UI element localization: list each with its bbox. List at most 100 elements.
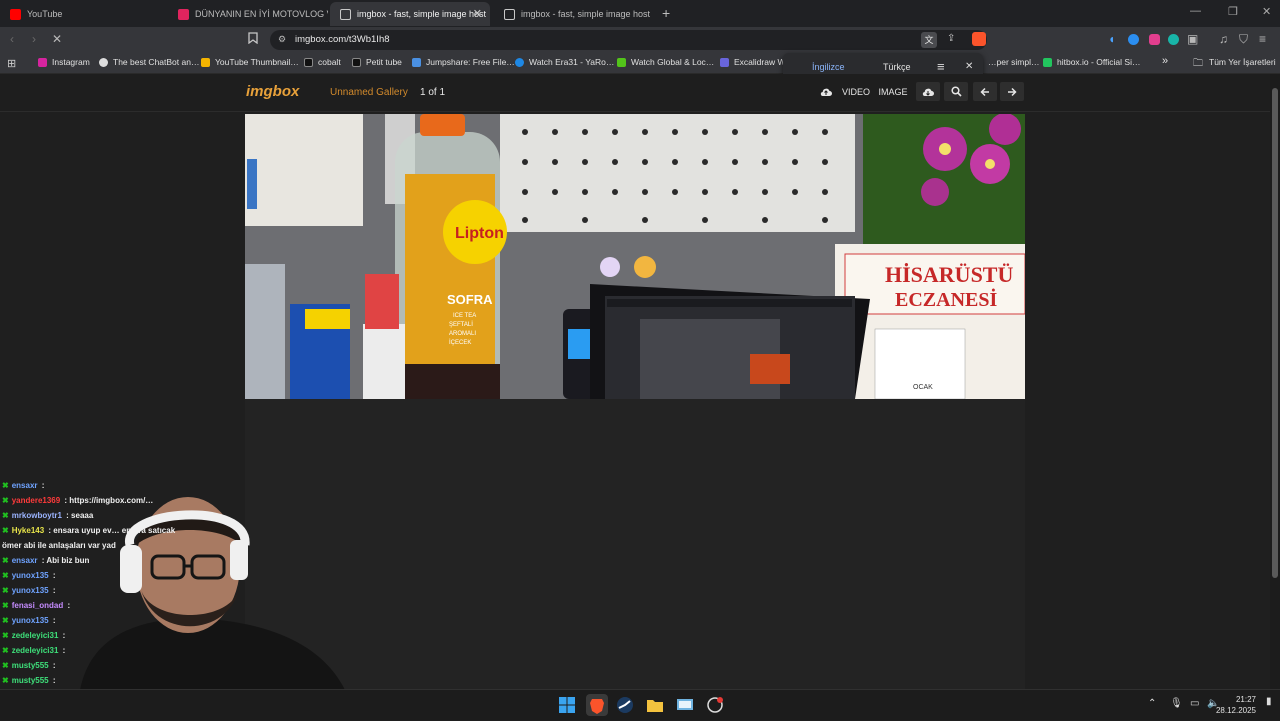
translate-source-tab[interactable]: İngilizce bbox=[812, 62, 845, 72]
chat-badge-icon: ✖ bbox=[2, 676, 9, 685]
close-icon[interactable]: ✕ bbox=[965, 61, 973, 72]
chat-badge-icon: ✖ bbox=[2, 556, 9, 565]
search-button[interactable] bbox=[944, 82, 968, 101]
chat-username: ensaxr bbox=[11, 481, 38, 490]
windows-start-icon[interactable] bbox=[558, 696, 576, 714]
bookmark-youtube-thumbnail[interactable]: YouTube Thumbnail… bbox=[201, 57, 299, 67]
extension-icon[interactable] bbox=[1128, 34, 1139, 45]
chat-username: ensaxr bbox=[11, 556, 38, 565]
stop-loading-icon[interactable]: ✕ bbox=[52, 32, 62, 46]
upload-image-button[interactable]: IMAGE bbox=[875, 82, 911, 101]
bottle-sub2: ŞEFTALİ bbox=[449, 321, 473, 328]
streamer-figure bbox=[80, 497, 345, 690]
scrollbar-thumb[interactable] bbox=[1272, 88, 1278, 578]
download-button[interactable] bbox=[916, 82, 940, 101]
brave-browser-icon[interactable] bbox=[586, 694, 608, 716]
more-bookmarks-chevron[interactable]: » bbox=[1162, 55, 1168, 67]
bookmark-cobalt[interactable]: cobalt bbox=[304, 57, 341, 67]
tab-imgbox-active[interactable]: imgbox - fast, simple image host ✕ bbox=[330, 2, 490, 26]
tab-imgbox[interactable]: imgbox - fast, simple image host bbox=[494, 2, 654, 26]
new-tab-button[interactable]: + bbox=[662, 5, 670, 21]
chat-username: musty555 bbox=[11, 661, 49, 670]
imgbox-logo[interactable]: imgbox bbox=[246, 83, 299, 100]
bookmark-chatbot[interactable]: The best ChatBot an… bbox=[99, 57, 199, 67]
extension-icon[interactable]: ◖ bbox=[1108, 32, 1115, 46]
chat-text: Abi biz bun bbox=[46, 556, 90, 565]
all-bookmarks-folder[interactable]: 🗀 Tüm Yer İşaretleri bbox=[1193, 57, 1276, 69]
chat-username: yunox135 bbox=[11, 616, 49, 625]
minimize-icon[interactable]: — bbox=[1190, 5, 1201, 17]
chat-message: ✖ yunox135 : bbox=[2, 571, 56, 580]
hitbox-icon bbox=[1043, 57, 1052, 67]
bookmark-hitbox[interactable]: hitbox.io - Official Si… bbox=[1043, 57, 1140, 67]
close-window-icon[interactable]: ✕ bbox=[1262, 5, 1271, 18]
restore-icon[interactable]: ❐ bbox=[1228, 5, 1238, 18]
gallery-name-link[interactable]: Unnamed Gallery bbox=[330, 87, 408, 98]
chat-badge-icon: ✖ bbox=[2, 586, 9, 595]
bookmark-watch-global[interactable]: Watch Global & Loc… bbox=[617, 57, 714, 67]
bottle-sub1: ICE TEA bbox=[453, 313, 476, 319]
upload-video-button[interactable]: VIDEO bbox=[838, 82, 874, 101]
petit-tube-icon bbox=[352, 57, 361, 67]
bookmark-label: Watch Era31 - YaRo… bbox=[529, 57, 615, 67]
page-scrollbar[interactable] bbox=[1270, 74, 1280, 689]
apps-grid-icon[interactable]: ⊞ bbox=[7, 57, 16, 70]
image-label: IMAGE bbox=[878, 86, 908, 97]
translate-target-tab[interactable]: Türkçe bbox=[883, 62, 911, 72]
file-explorer-icon[interactable] bbox=[646, 696, 664, 714]
bookmark-icon[interactable] bbox=[248, 32, 258, 47]
app-icon[interactable] bbox=[706, 696, 724, 714]
sidebar-icon[interactable]: ▣ bbox=[1187, 32, 1198, 46]
notification-bell-icon[interactable]: ▮ bbox=[1266, 696, 1272, 707]
thumbnail-icon bbox=[201, 57, 210, 67]
menu-icon[interactable]: ≡ bbox=[1259, 32, 1266, 46]
previous-image-button[interactable] bbox=[973, 82, 997, 101]
forward-icon[interactable]: › bbox=[32, 32, 36, 46]
chat-separator: : bbox=[50, 586, 56, 595]
system-clock[interactable]: 21:27 28.12.2025 bbox=[1216, 694, 1256, 716]
imgbox-icon bbox=[340, 8, 351, 20]
chat-username: Hyke143 bbox=[11, 526, 45, 535]
imgbox-header: imgbox Unnamed Gallery 1 of 1 VIDEO IMAG… bbox=[0, 74, 1270, 112]
chat-message: ✖ fenasi_ondad : bbox=[2, 601, 70, 610]
chat-username: musty555 bbox=[11, 676, 49, 685]
network-icon[interactable]: ▭ bbox=[1190, 698, 1199, 709]
next-image-button[interactable] bbox=[1000, 82, 1024, 101]
bookmark-era31[interactable]: Watch Era31 - YaRo… bbox=[515, 57, 614, 67]
hosted-image[interactable]: HİSARÜSTÜ ECZANESİ OCAK Lipton SOFRA ICE… bbox=[245, 114, 1025, 399]
bookmark-jumpshare[interactable]: Jumpshare: Free File… bbox=[412, 57, 515, 67]
translate-menu-icon[interactable]: ≡ bbox=[937, 59, 945, 74]
url-text[interactable]: imgbox.com/t3Wb1Ih8 bbox=[295, 34, 390, 45]
bookmark-petit-tube[interactable]: Petit tube bbox=[352, 57, 402, 67]
excalidraw-icon bbox=[720, 57, 729, 67]
address-bar[interactable]: ⚙ imgbox.com/t3Wb1Ih8 文 ⇪ bbox=[270, 30, 987, 50]
bookmark-label: Watch Global & Loc… bbox=[631, 57, 715, 67]
chat-badge-icon: ✖ bbox=[2, 661, 9, 670]
chat-badge-icon: ✖ bbox=[2, 571, 9, 580]
site-info-icon[interactable]: ⚙ bbox=[278, 34, 286, 45]
bookmark-label: hitbox.io - Official Si… bbox=[1057, 57, 1141, 67]
extension-icon[interactable] bbox=[1149, 34, 1160, 45]
chat-username: yandere1369 bbox=[11, 496, 61, 505]
microphone-icon[interactable]: 🎙 bbox=[1170, 698, 1183, 709]
bookmark-super-simple[interactable]: …per simpl… bbox=[988, 57, 1039, 67]
share-icon[interactable]: ⇪ bbox=[947, 33, 955, 44]
close-tab-icon[interactable]: ✕ bbox=[473, 7, 482, 20]
translate-icon[interactable]: 文 bbox=[921, 32, 937, 48]
chat-text: ömer abi ile anlaşaları var yad bbox=[2, 541, 116, 550]
extension-icon[interactable] bbox=[1168, 34, 1179, 45]
tab-youtube[interactable]: YouTube bbox=[0, 2, 168, 26]
remote-desktop-icon[interactable] bbox=[676, 696, 694, 714]
chat-badge-icon: ✖ bbox=[2, 511, 9, 520]
chat-message: ✖ yunox135 : bbox=[2, 616, 56, 625]
media-icon[interactable]: ♫ bbox=[1219, 32, 1228, 46]
back-icon[interactable]: ‹ bbox=[10, 32, 14, 46]
tab-motovlog[interactable]: DÜNYANIN EN İYİ MOTOVLOG VİDE… bbox=[168, 2, 328, 26]
chevron-up-icon[interactable]: ⌃ bbox=[1148, 698, 1156, 709]
vpn-shield-icon[interactable]: ⛉ bbox=[1239, 32, 1248, 47]
bookmark-instagram[interactable]: Instagram bbox=[38, 57, 90, 67]
arrow-left-icon bbox=[980, 87, 989, 96]
chat-separator: : bbox=[65, 601, 71, 610]
brave-shields-icon[interactable] bbox=[972, 32, 986, 46]
steam-icon[interactable] bbox=[616, 696, 634, 714]
